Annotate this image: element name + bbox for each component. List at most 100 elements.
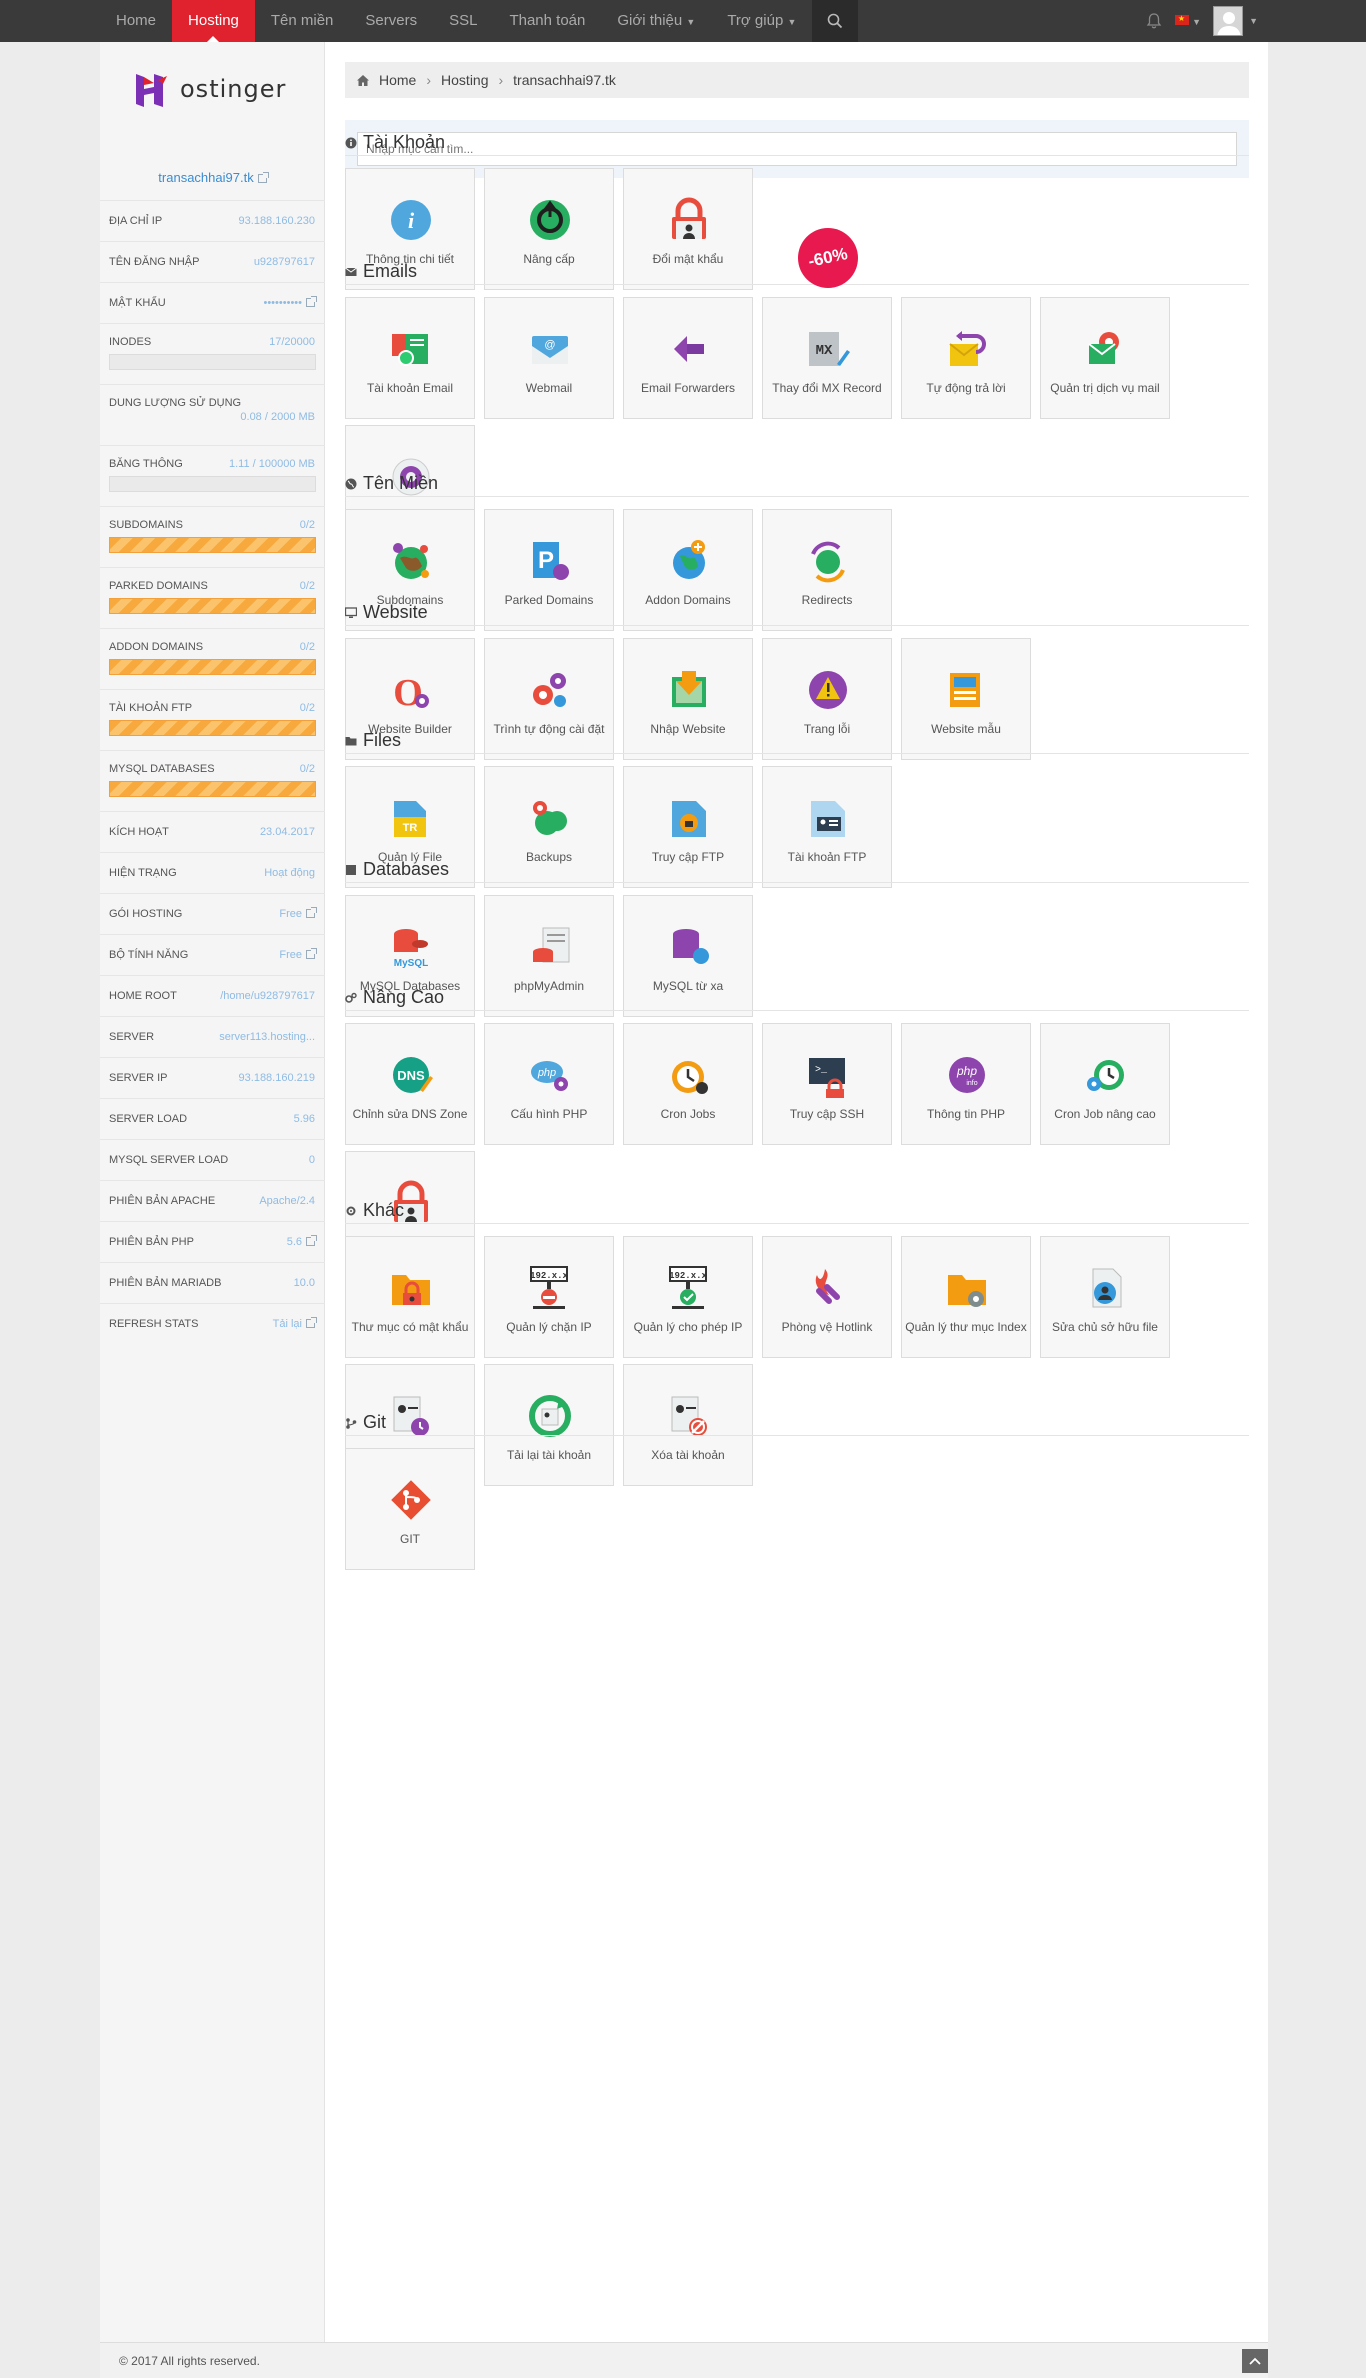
tile-label: Thông tin PHP bbox=[926, 1107, 1006, 1121]
stat-inodes: INODES 17/20000 bbox=[100, 323, 325, 384]
hostinger-h-icon bbox=[136, 74, 167, 107]
top-navbar: Home Hosting Tên miền Servers SSL Thanh … bbox=[0, 0, 1366, 42]
stat-label: TÀI KHOẢN FTP bbox=[109, 702, 193, 714]
breadcrumb-home[interactable]: Home bbox=[379, 72, 416, 88]
nav-domains[interactable]: Tên miền bbox=[255, 0, 350, 42]
lock-icon bbox=[672, 197, 706, 239]
stat-mariadb-version: PHIÊN BẢN MARIADB 10.0 bbox=[100, 1262, 325, 1303]
svg-text:>_: >_ bbox=[815, 1065, 828, 1076]
ip-block-icon: 192.x.x bbox=[530, 1266, 568, 1309]
section-title: Emails bbox=[345, 259, 1249, 285]
addon-progress-bar bbox=[109, 659, 316, 675]
tile-cron-jobs[interactable]: Cron Jobs bbox=[623, 1023, 753, 1145]
tile-ip-block[interactable]: 192.x.x Quản lý chặn IP bbox=[484, 1236, 614, 1358]
tile-autoresponder[interactable]: Tự động trả lời bbox=[901, 297, 1031, 419]
tile-hotlink-protection[interactable]: Phòng vệ Hotlink bbox=[762, 1236, 892, 1358]
nav-billing[interactable]: Thanh toán bbox=[493, 0, 601, 42]
tile-dns-zone[interactable]: DNS Chỉnh sửa DNS Zone bbox=[345, 1023, 475, 1145]
password-folder-icon bbox=[392, 1275, 430, 1305]
git-branch-icon bbox=[346, 1417, 357, 1429]
nav-about-label: Giới thiệu bbox=[617, 12, 683, 29]
advanced-cron-icon bbox=[1087, 1060, 1124, 1091]
stat-hosting-plan[interactable]: GÓI HOSTING Free bbox=[100, 893, 325, 934]
stat-mysql-load: MYSQL SERVER LOAD 0 bbox=[100, 1139, 325, 1180]
tile-index-manager[interactable]: Quản lý thư mục Index bbox=[901, 1236, 1031, 1358]
stat-value: 10.0 bbox=[293, 1277, 315, 1289]
stat-value: 5.96 bbox=[293, 1113, 315, 1125]
hostinger-logo[interactable]: ostinger bbox=[130, 64, 286, 114]
webmail-icon: @ bbox=[532, 336, 568, 364]
stat-home-root: HOME ROOT/home/u928797617 bbox=[100, 975, 325, 1016]
breadcrumb-hosting[interactable]: Hosting bbox=[441, 72, 488, 88]
backups-icon bbox=[533, 801, 567, 835]
monitor-icon bbox=[345, 606, 357, 618]
footer: © 2017 All rights reserved. bbox=[100, 2342, 1268, 2378]
nav-servers[interactable]: Servers bbox=[349, 0, 433, 42]
ftp-access-icon bbox=[672, 801, 706, 837]
stat-label: MẬT KHẨU bbox=[109, 297, 166, 309]
tile-advanced-cron[interactable]: Cron Job nâng cao bbox=[1040, 1023, 1170, 1145]
language-selector[interactable]: ▼ bbox=[1174, 14, 1201, 28]
main-nav: Home Hosting Tên miền Servers SSL Thanh … bbox=[100, 0, 859, 42]
section-title-label: Tên Miền bbox=[363, 473, 439, 493]
stats-list: ĐỊA CHỈ IP 93.188.160.230 TÊN ĐĂNG NHẬP u9… bbox=[100, 200, 325, 1344]
refresh-link[interactable]: Tải lại bbox=[273, 1317, 317, 1330]
tile-file-owner[interactable]: Sửa chủ sở hữu file bbox=[1040, 1236, 1170, 1358]
external-link-icon bbox=[306, 1317, 317, 1328]
svg-text:P: P bbox=[538, 547, 554, 574]
tile-ip-allow[interactable]: 192.x.x Quản lý cho phép IP bbox=[623, 1236, 753, 1358]
tile-git[interactable]: GIT bbox=[345, 1448, 475, 1570]
section-title-label: Emails bbox=[363, 261, 418, 281]
tile-ssh-access[interactable]: >_ Truy cập SSH bbox=[762, 1023, 892, 1145]
section-title: Website bbox=[345, 600, 1249, 626]
stat-value: Free bbox=[279, 907, 317, 920]
stat-value: 93.188.160.230 bbox=[238, 215, 315, 227]
stat-server-ip: SERVER IP 93.188.160.219 bbox=[100, 1057, 325, 1098]
tile-label: Quản lý chặn IP bbox=[506, 1320, 592, 1334]
stat-password[interactable]: MẬT KHẨU •••••••••• bbox=[100, 282, 325, 323]
tile-label: Quản lý thư mục Index bbox=[905, 1320, 1027, 1334]
stat-label: GÓI HOSTING bbox=[109, 908, 183, 920]
nav-home[interactable]: Home bbox=[100, 0, 172, 42]
nav-ssl[interactable]: SSL bbox=[433, 0, 493, 42]
nav-help[interactable]: Trợ giúp ▼ bbox=[711, 0, 812, 42]
main-content: Home › Hosting › transachhai97.tk -60% T… bbox=[325, 42, 1268, 2342]
remote-mysql-icon bbox=[673, 929, 709, 964]
nav-hosting[interactable]: Hosting bbox=[172, 0, 255, 42]
nav-about[interactable]: Giới thiệu ▼ bbox=[601, 0, 711, 42]
nav-search-button[interactable] bbox=[812, 0, 859, 42]
stat-php-version[interactable]: PHIÊN BẢN PHP 5.6 bbox=[100, 1221, 325, 1262]
external-link-icon bbox=[306, 948, 317, 959]
tile-webmail[interactable]: @ Webmail bbox=[484, 297, 614, 419]
stat-value: 0/2 bbox=[299, 641, 315, 653]
user-menu[interactable]: ▼ bbox=[1213, 6, 1258, 36]
tile-password-folder[interactable]: Thư mục có mật khẩu bbox=[345, 1236, 475, 1358]
php-config-icon: php bbox=[531, 1061, 568, 1091]
section-title-label: Website bbox=[363, 602, 428, 622]
index-manager-icon bbox=[948, 1275, 986, 1307]
back-to-top-button[interactable] bbox=[1242, 2349, 1268, 2373]
tile-email-accounts[interactable]: Tài khoản Email bbox=[345, 297, 475, 419]
tile-mx-record[interactable]: MX Thay đổi MX Record bbox=[762, 297, 892, 419]
tile-forward-arrow[interactable]: Email Forwarders bbox=[623, 297, 753, 419]
home-icon bbox=[357, 74, 369, 86]
stat-value: 0/2 bbox=[299, 702, 315, 714]
stat-feature-set[interactable]: BỘ TÍNH NĂNG Free bbox=[100, 934, 325, 975]
plan-value: Free bbox=[279, 908, 302, 920]
svg-text:192.x.x: 192.x.x bbox=[669, 1271, 707, 1281]
stat-label: PHIÊN BẢN MARIADB bbox=[109, 1277, 222, 1289]
section-title: Databases bbox=[345, 857, 1249, 883]
bell-icon[interactable] bbox=[1145, 12, 1163, 30]
stat-ip: ĐỊA CHỈ IP 93.188.160.230 bbox=[100, 200, 325, 241]
hosting-domain-link[interactable]: transachhai97.tk bbox=[100, 170, 325, 185]
tile-php-info[interactable]: php info Thông tin PHP bbox=[901, 1023, 1031, 1145]
gear-icon bbox=[346, 1206, 356, 1215]
database-icon bbox=[346, 864, 356, 875]
info-circle-icon bbox=[345, 137, 357, 148]
nav-right: ▼ ▼ bbox=[1145, 0, 1258, 42]
tile-mail-service[interactable]: Quản trị dịch vụ mail bbox=[1040, 297, 1170, 419]
stat-label: INODES bbox=[109, 336, 152, 348]
stat-refresh[interactable]: REFRESH STATS Tải lại bbox=[100, 1303, 325, 1344]
tile-php-config[interactable]: php Cấu hình PHP bbox=[484, 1023, 614, 1145]
upgrade-icon bbox=[530, 200, 570, 240]
